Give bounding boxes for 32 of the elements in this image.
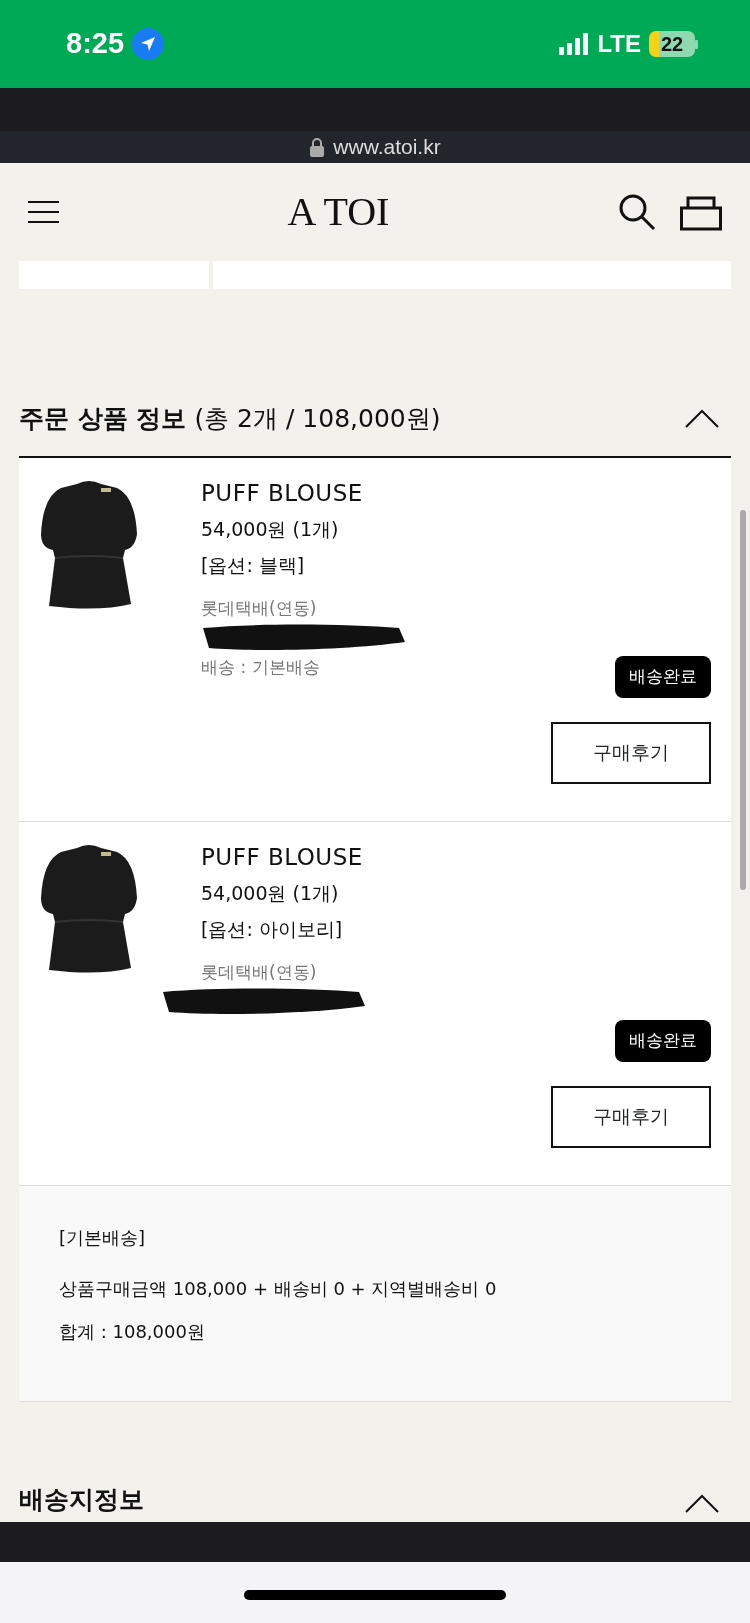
signal-icon <box>559 33 590 55</box>
location-icon <box>132 28 165 60</box>
section-title: 배송지정보 <box>19 1483 144 1516</box>
product-option: [옵션: 아이보리] <box>201 915 363 944</box>
carrier-text: 롯데택배(연동) <box>201 596 318 620</box>
shipping-text: 배송 : 기본배송 <box>201 656 321 679</box>
delivery-status: 배송완료 <box>615 656 711 698</box>
price-breakdown: 상품구매금액 108,000 + 배송비 0 + 지역별배송비 0 <box>59 1277 498 1301</box>
network-label: LTE <box>597 29 641 59</box>
totals-group: [기본배송] <box>59 1224 691 1251</box>
total-amount: 합계 : 108,000원 <box>59 1320 206 1344</box>
carrier-text: 롯데택배(연동) <box>201 960 318 984</box>
section-summary: (총 2개 / 108,000원) <box>194 402 441 435</box>
section-title: 주문 상품 정보 <box>19 402 187 435</box>
product-price: 54,000원 (1개) <box>201 880 340 906</box>
site-logo[interactable]: A TOI <box>287 182 390 242</box>
review-button[interactable]: 구매후기 <box>551 1085 711 1148</box>
lock-icon <box>309 137 326 157</box>
product-option: [옵션: 블랙] <box>201 551 363 580</box>
review-button[interactable]: 구매후기 <box>551 721 711 784</box>
battery-tip-icon <box>695 39 698 49</box>
delivery-status: 배송완료 <box>615 1020 711 1062</box>
menu-icon[interactable] <box>28 200 59 224</box>
battery-indicator: 22 <box>649 31 695 57</box>
product-price: 54,000원 (1개) <box>201 516 340 542</box>
clock-time: 8:25 <box>66 26 125 62</box>
home-indicator[interactable] <box>244 1589 506 1600</box>
product-name[interactable]: PUFF BLOUSE <box>201 840 363 875</box>
scrollbar[interactable] <box>740 510 746 890</box>
url-text[interactable]: www.atoi.kr <box>333 131 441 163</box>
search-icon[interactable] <box>618 193 656 231</box>
product-name[interactable]: PUFF BLOUSE <box>201 476 363 511</box>
